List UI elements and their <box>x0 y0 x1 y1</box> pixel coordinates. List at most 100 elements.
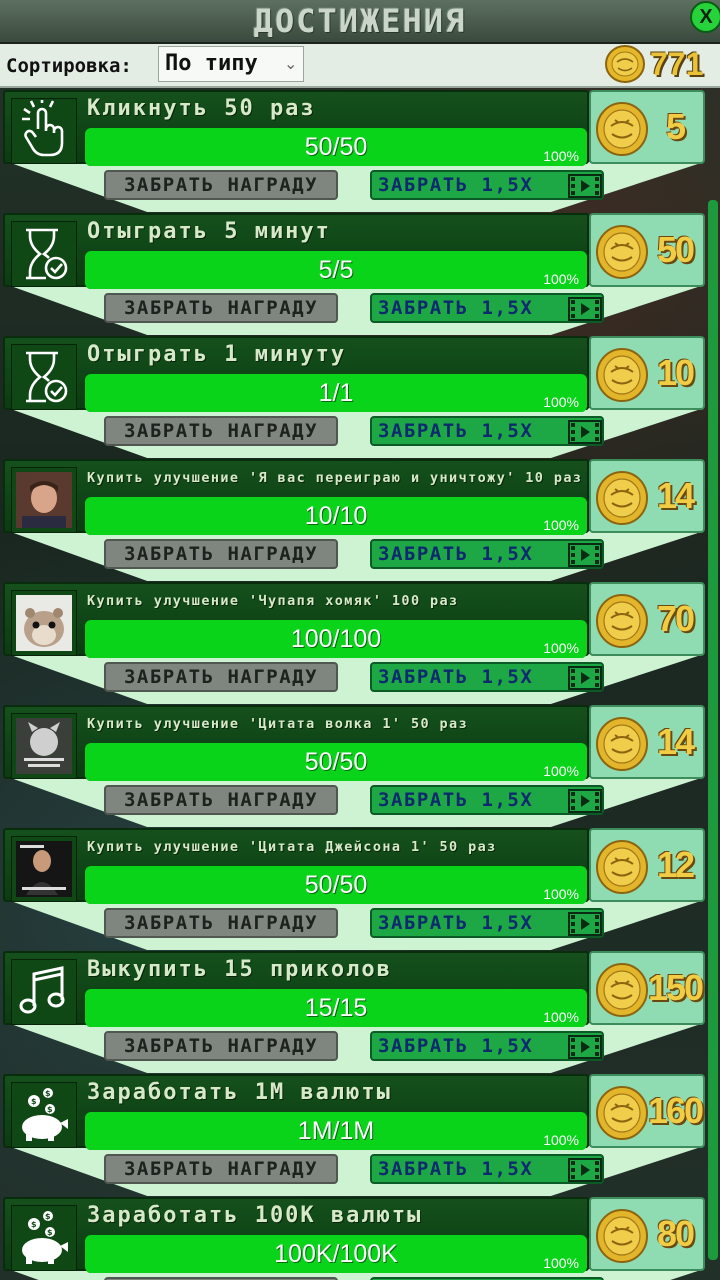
progress-text: 1M/1M <box>297 1117 375 1145</box>
achievement-title: Кликнуть 50 раз <box>87 96 316 121</box>
video-ad-icon <box>568 297 602 325</box>
reward-box: 160 <box>589 1074 705 1148</box>
svg-text:$: $ <box>45 1089 51 1098</box>
achievement-title: Купить улучшение 'Цитата волка 1' 50 раз <box>87 716 469 732</box>
reward-amount: 5 <box>665 106 686 147</box>
claim-1-5x-label: ЗАБРАТЬ 1,5Х <box>378 543 534 565</box>
achievement-item: Отыграть 5 минут 5/5 100% 50 ЗАБРАТЬ НАГ… <box>0 211 720 335</box>
video-ad-icon <box>568 174 602 202</box>
progress-percent: 100% <box>543 517 579 533</box>
svg-text:$: $ <box>45 1212 51 1221</box>
video-ad-icon <box>568 1035 602 1063</box>
achievement-title: Купить улучшение 'Чупапя хомяк' 100 раз <box>87 593 459 609</box>
progress-text: 5/5 <box>318 256 354 284</box>
reward-amount: 50 <box>656 229 695 270</box>
video-ad-icon <box>568 666 602 694</box>
progress-bar: 50/50 100% <box>85 866 587 904</box>
svg-text:$: $ <box>47 1105 53 1114</box>
achievement-title: Отыграть 5 минут <box>87 219 331 244</box>
achievement-item: Купить улучшение 'Я вас переиграю и унич… <box>0 457 720 581</box>
reward-box: 12 <box>589 828 705 902</box>
wolf-quote-icon <box>11 713 77 779</box>
progress-bar: 1/1 100% <box>85 374 587 412</box>
progress-text: 1/1 <box>318 379 354 407</box>
claim-1-5x-button[interactable]: ЗАБРАТЬ 1,5Х <box>370 170 604 200</box>
achievement-title: Выкупить 15 приколов <box>87 957 392 982</box>
progress-percent: 100% <box>543 1255 579 1271</box>
coin-icon <box>595 1208 649 1264</box>
claim-1-5x-button[interactable]: ЗАБРАТЬ 1,5Х <box>370 293 604 323</box>
claim-reward-button[interactable]: ЗАБРАТЬ НАГРАДУ <box>104 539 338 569</box>
claim-1-5x-button[interactable]: ЗАБРАТЬ 1,5Х <box>370 662 604 692</box>
claim-reward-button[interactable]: ЗАБРАТЬ НАГРАДУ <box>104 1154 338 1184</box>
coin-icon <box>595 224 649 280</box>
claim-reward-button[interactable]: ЗАБРАТЬ НАГРАДУ <box>104 662 338 692</box>
progress-percent: 100% <box>543 763 579 779</box>
claim-1-5x-button[interactable]: ЗАБРАТЬ 1,5Х <box>370 539 604 569</box>
claim-1-5x-button[interactable]: ЗАБРАТЬ 1,5Х <box>370 908 604 938</box>
reward-box: 150 <box>589 951 705 1025</box>
svg-text:$: $ <box>31 1220 37 1229</box>
coin-icon <box>595 716 649 772</box>
reward-amount: 80 <box>656 1213 695 1254</box>
claim-1-5x-label: ЗАБРАТЬ 1,5Х <box>378 174 534 196</box>
claim-1-5x-label: ЗАБРАТЬ 1,5Х <box>378 666 534 688</box>
piggy-bank-icon: $ $ $ <box>11 1082 77 1148</box>
progress-bar: 5/5 100% <box>85 251 587 289</box>
progress-percent: 100% <box>543 886 579 902</box>
coin-icon <box>595 1085 649 1141</box>
video-ad-icon <box>568 789 602 817</box>
progress-text: 100K/100K <box>274 1240 398 1268</box>
reward-amount: 12 <box>656 844 695 885</box>
reward-box: 70 <box>589 582 705 656</box>
claim-1-5x-label: ЗАБРАТЬ 1,5Х <box>378 912 534 934</box>
achievement-item: Купить улучшение 'Цитата волка 1' 50 раз… <box>0 703 720 827</box>
progress-percent: 100% <box>543 394 579 410</box>
coin-icon <box>595 470 649 526</box>
claim-1-5x-label: ЗАБРАТЬ 1,5Х <box>378 1035 534 1057</box>
reward-box: 14 <box>589 459 705 533</box>
claim-reward-button[interactable]: ЗАБРАТЬ НАГРАДУ <box>104 293 338 323</box>
claim-1-5x-button[interactable]: ЗАБРАТЬ 1,5Х <box>370 1154 604 1184</box>
achievement-card: Купить улучшение 'Цитата волка 1' 50 раз… <box>3 705 589 781</box>
achievement-title: Заработать 100К валюты <box>87 1203 423 1228</box>
progress-text: 100/100 <box>290 625 382 653</box>
progress-percent: 100% <box>543 1009 579 1025</box>
reward-box: 14 <box>589 705 705 779</box>
music-note-icon <box>11 959 77 1025</box>
reward-amount: 14 <box>656 475 695 516</box>
hand-click-icon <box>11 98 77 164</box>
achievement-item: Отыграть 1 минуту 1/1 100% 10 ЗАБРАТЬ НА… <box>0 334 720 458</box>
progress-text: 50/50 <box>304 748 368 776</box>
achievements-list[interactable]: Кликнуть 50 раз 50/50 100% 5 ЗАБРАТЬ НАГ… <box>0 88 720 1280</box>
claim-1-5x-button[interactable]: ЗАБРАТЬ 1,5Х <box>370 785 604 815</box>
progress-bar: 50/50 100% <box>85 128 587 166</box>
claim-reward-button[interactable]: ЗАБРАТЬ НАГРАДУ <box>104 170 338 200</box>
coin-icon <box>595 347 649 403</box>
claim-reward-button[interactable]: ЗАБРАТЬ НАГРАДУ <box>104 908 338 938</box>
claim-1-5x-button[interactable]: ЗАБРАТЬ 1,5Х <box>370 1031 604 1061</box>
claim-reward-button[interactable]: ЗАБРАТЬ НАГРАДУ <box>104 785 338 815</box>
piggy-bank-icon: $ $ $ <box>11 1205 77 1271</box>
reward-box: 10 <box>589 336 705 410</box>
claim-1-5x-button[interactable]: ЗАБРАТЬ 1,5Х <box>370 416 604 446</box>
achievement-title: Заработать 1М валюты <box>87 1080 392 1105</box>
claim-1-5x-label: ЗАБРАТЬ 1,5Х <box>378 789 534 811</box>
claim-reward-button[interactable]: ЗАБРАТЬ НАГРАДУ <box>104 1031 338 1061</box>
coin-icon <box>605 45 645 83</box>
achievement-item: $ $ $ Заработать 1М валюты 1M/1M 100% 160 … <box>0 1072 720 1196</box>
progress-bar: 15/15 100% <box>85 989 587 1027</box>
progress-bar: 1M/1M 100% <box>85 1112 587 1150</box>
coin-icon <box>595 839 649 895</box>
sort-value: По типу <box>165 51 258 76</box>
close-button[interactable]: X <box>690 1 720 33</box>
achievement-card: Купить улучшение 'Чупапя хомяк' 100 раз … <box>3 582 589 658</box>
progress-percent: 100% <box>543 640 579 656</box>
claim-reward-button[interactable]: ЗАБРАТЬ НАГРАДУ <box>104 416 338 446</box>
balance-value: 771 <box>650 46 704 82</box>
progress-percent: 100% <box>543 148 579 164</box>
video-ad-icon <box>568 543 602 571</box>
claim-1-5x-label: ЗАБРАТЬ 1,5Х <box>378 297 534 319</box>
achievement-card: Отыграть 5 минут 5/5 100% <box>3 213 589 289</box>
scrollbar[interactable] <box>708 200 718 1260</box>
